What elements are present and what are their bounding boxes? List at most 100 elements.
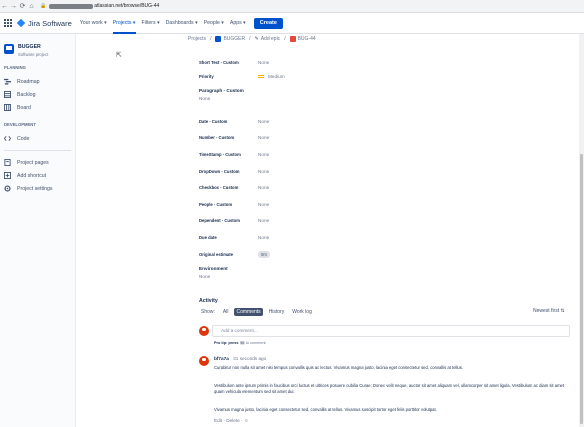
nav-projects[interactable]: Projects ▾ [112,13,136,34]
page-icon [4,159,11,166]
jira-logo[interactable]: Jira Software [16,18,72,28]
roadmap-icon [4,78,11,85]
field-checkbox: Checkbox - Custom None [199,183,499,191]
sidebar-item-label: Board [17,104,31,111]
pro-tip-key: M [239,341,245,345]
breadcrumb-projects[interactable]: Projects [188,36,206,42]
field-value[interactable]: None [258,169,269,174]
home-icon[interactable]: ⌂ [27,0,36,13]
url-text: atlassian.net/browse/BUG-44 [94,3,160,9]
field-number: Number - Custom None [199,133,499,141]
tab-comments[interactable]: Comments [234,308,263,316]
comment-paragraph: Curabitur non nulla sit amet nisi tempus… [214,365,463,370]
breadcrumb-separator: / [210,36,212,42]
project-type: Software project [18,52,49,57]
section-planning: PLANNING [4,65,26,70]
sidebar-item-add-shortcut[interactable]: Add shortcut [0,169,75,182]
tab-work-log[interactable]: Work log [290,308,314,316]
field-value[interactable]: None [258,202,269,207]
field-paragraph: Paragraph - Custom None [199,88,244,101]
field-value[interactable]: None [258,185,269,190]
comment-author-avatar [199,356,209,366]
browser-toolbar: ← → ⟳ ⌂ 🔒 atlassian.net/browse/BUG-44 [0,0,584,13]
nav-dashboards[interactable]: Dashboards ▾ [166,13,198,34]
sidebar-item-label: Add shortcut [17,172,47,179]
sidebar-item-backlog[interactable]: Backlog [0,88,75,101]
nav-your-work[interactable]: Your work ▾ [80,13,107,34]
sidebar-item-roadmap[interactable]: Roadmap [0,75,75,88]
project-sidebar: BUGGER Software project PLANNING Roadmap… [0,34,76,427]
field-priority: Priority Medium [199,72,499,80]
pro-tip-suffix: to comment [245,341,266,345]
show-label: Show: [201,309,215,315]
priority-text: Medium [268,73,285,79]
field-value[interactable]: None [258,60,269,65]
breadcrumb-project[interactable]: BUGGER [223,36,245,42]
comment-input[interactable]: Add a comment... [212,325,570,337]
sidebar-item-board[interactable]: Board [0,101,75,114]
sidebar-item-label: Roadmap [17,78,40,85]
field-date: Date - Custom None [199,117,499,125]
priority-value[interactable]: Medium [258,74,285,79]
backlog-icon [4,91,11,98]
field-value[interactable]: None [258,218,269,223]
nav-people[interactable]: People ▾ [204,13,224,34]
field-value[interactable]: None [258,235,269,240]
field-label: Original estimate [199,251,233,257]
sort-newest-first[interactable]: Newest first ⇅ [533,308,565,314]
estimate-chip[interactable]: 0m [258,250,270,258]
pro-tip-prefix: Pro tip: press [214,341,239,345]
code-icon [4,135,11,142]
nav-apps[interactable]: Apps ▾ [230,13,246,34]
sidebar-divider [4,150,71,151]
nav-filters[interactable]: Filters ▾ [142,13,160,34]
redacted-domain [49,3,94,9]
field-dropdown: DropDown - Custom None [199,167,499,175]
field-label: Priority [199,73,214,79]
field-original-estimate: Original estimate 0m [199,250,499,258]
field-value[interactable]: None [199,274,228,279]
breadcrumb-issue-key[interactable]: BUG-44 [298,36,316,42]
comment-time: 31 seconds ago [233,356,267,361]
breadcrumb-separator: / [284,36,286,42]
activity-filter: Show: All Comments History Work log [199,308,318,316]
field-value[interactable]: None [199,96,244,101]
sidebar-item-label: Project settings [17,185,53,192]
sidebar-item-project-settings[interactable]: Project settings [0,182,75,195]
sidebar-item-project-pages[interactable]: Project pages [0,156,75,169]
bug-icon [289,36,296,42]
field-label: Due date [199,234,217,240]
sidebar-item-code[interactable]: Code [0,132,75,145]
breadcrumb: Projects / BUGGER / ✎ Add epic / BUG-44 [188,34,316,44]
top-nav-menu: Your work ▾ Projects ▾ Filters ▾ Dashboa… [80,13,283,34]
reload-icon[interactable]: ⟳ [18,0,27,13]
jira-diamond-icon [16,18,26,28]
field-value[interactable]: None [258,119,269,124]
forward-arrow-icon[interactable]: → [9,0,18,13]
address-bar[interactable]: 🔒 atlassian.net/browse/BUG-44 [40,2,159,11]
page-scrollbar[interactable] [579,34,584,427]
comment-actions[interactable]: Edit · Delete · ☺ [214,418,249,423]
field-value[interactable]: None [258,135,269,140]
field-people: People - Custom None [199,200,499,208]
create-button[interactable]: Create [253,17,283,29]
avatar [199,326,209,336]
field-value[interactable]: None [258,152,269,157]
app-switcher-icon[interactable] [4,18,14,28]
project-header[interactable]: BUGGER Software project [0,34,75,57]
tab-history[interactable]: History [267,308,287,316]
project-avatar [4,44,14,54]
back-arrow-icon[interactable]: ← [0,0,9,13]
lock-icon: 🔒 [40,3,47,9]
sidebar-item-label: Code [17,135,30,142]
section-development: DEVELOPMENT [4,122,36,127]
scrollbar-thumb[interactable] [580,154,583,424]
project-icon [215,36,222,42]
field-label: Date - Custom [199,118,228,124]
breadcrumb-add-epic[interactable]: Add epic [261,36,280,42]
tab-all[interactable]: All [221,308,231,316]
comment-author[interactable]: bf7a7a [214,356,229,361]
field-label: Short Text - Custom [199,59,239,65]
field-label: Checkbox - Custom [199,184,239,190]
field-label: Environment [199,266,228,271]
